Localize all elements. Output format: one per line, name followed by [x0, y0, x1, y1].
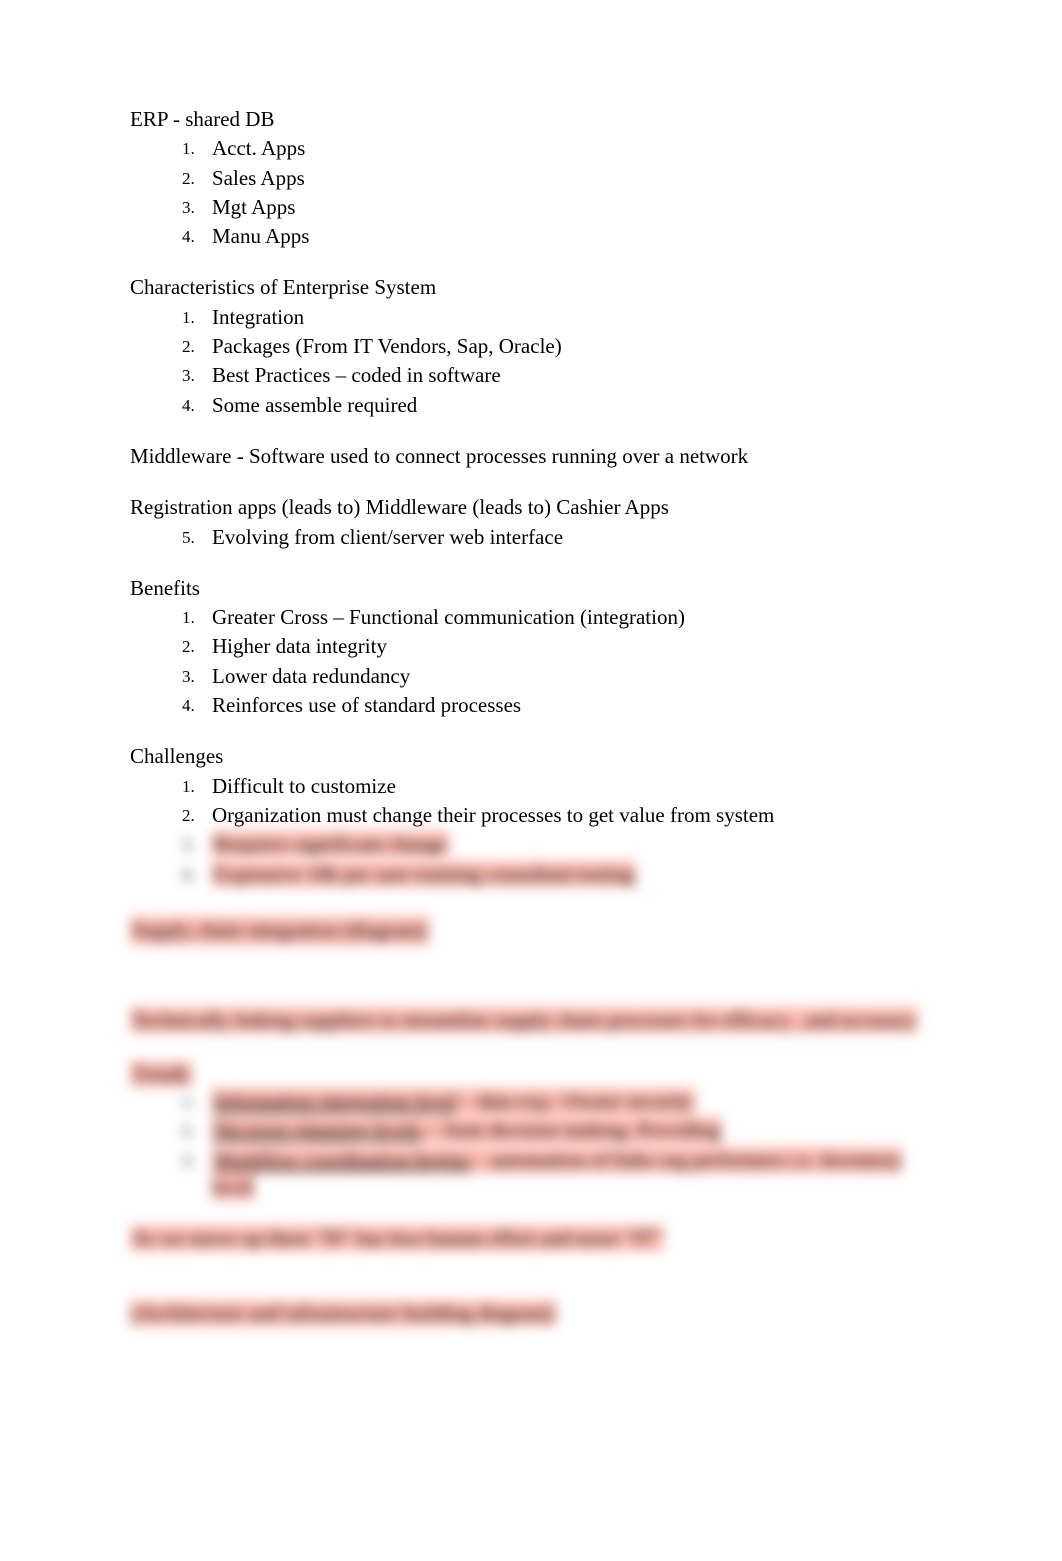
blurred-heading: Supply chain integration (diagram) — [130, 916, 429, 945]
characteristics-title: Characteristics of Enterprise System — [130, 274, 932, 301]
list-item: 2. Organization must change their process… — [182, 802, 932, 829]
list-number: 1. — [182, 776, 195, 798]
list-number: 3. — [182, 666, 195, 688]
list-text: Some assemble required — [212, 393, 417, 417]
flow-text: Registration apps (leads to) Middleware … — [130, 494, 932, 521]
list-item-blurred: 3. Requires significant change — [182, 831, 932, 858]
list-item: 3. Best Practices – coded in software — [182, 362, 932, 389]
trend-label: Decision planning levels — [214, 1118, 422, 1142]
list-text: Sales Apps — [212, 166, 305, 190]
middleware-text: Middleware - Software used to connect pr… — [130, 443, 932, 470]
blurred-note: As we move up there "IS" has less human … — [130, 1225, 664, 1251]
flow-sub-list: 5. Evolving from client/server web interf… — [130, 524, 932, 551]
list-item: 1. Integration — [182, 304, 932, 331]
list-number: 1. — [182, 607, 195, 629]
list-number: 3. — [182, 834, 195, 856]
list-number: 5. — [182, 527, 195, 549]
list-number: 3. — [182, 365, 195, 387]
characteristics-list: 1. Integration 2. Packages (From IT Vendor… — [130, 304, 932, 419]
list-text: Acct. Apps — [212, 136, 305, 160]
list-item: 1. Difficult to customize — [182, 773, 932, 800]
list-text: Expensive 10k per user training consulta… — [212, 861, 636, 887]
list-text: Reinforces use of standard processes — [212, 693, 521, 717]
list-number: 4. — [182, 695, 195, 717]
list-item: 2. Packages (From IT Vendors, Sap, Oracle… — [182, 333, 932, 360]
list-item: 1. Acct. Apps — [182, 135, 932, 162]
blurred-content: Supply chain integration (diagram) Techn… — [130, 892, 932, 1328]
list-text: Integration — [212, 305, 304, 329]
blurred-trends-title: Trends — [130, 1061, 192, 1087]
list-number: 2. — [182, 805, 195, 827]
challenges-title: Challenges — [130, 743, 932, 770]
list-text: Manu Apps — [212, 224, 309, 248]
list-item: 2. Sales Apps — [182, 165, 932, 192]
list-item: 1. Greater Cross – Functional communicati… — [182, 604, 932, 631]
list-text: Requires significant change — [212, 831, 449, 857]
list-item: 4. Reinforces use of standard processes — [182, 692, 932, 719]
list-number: 2. — [182, 1120, 195, 1142]
list-item-blurred: 2. Decision planning levels – Joint deci… — [182, 1117, 932, 1144]
benefits-list: 1. Greater Cross – Functional communicati… — [130, 604, 932, 719]
list-text: Lower data redundancy — [212, 664, 410, 688]
trend-rest: – Joint decision making. Providing — [422, 1118, 721, 1142]
list-number: 1. — [182, 1091, 195, 1113]
list-number: 1. — [182, 138, 195, 160]
list-text: Evolving from client/server web interfac… — [212, 525, 563, 549]
list-text: Packages (From IT Vendors, Sap, Oracle) — [212, 334, 562, 358]
list-item-blurred: 4. Expensive 10k per user training consul… — [182, 861, 932, 888]
list-item: 4. Some assemble required — [182, 392, 932, 419]
erp-list: 1. Acct. Apps 2. Sales Apps 3. Mgt Apps 4. M… — [130, 135, 932, 250]
list-number: 2. — [182, 168, 195, 190]
list-item-blurred: 3. Workflow coordination begins – automa… — [182, 1147, 932, 1202]
list-number: 4. — [182, 864, 195, 886]
list-item: 4. Manu Apps — [182, 223, 932, 250]
list-number: 3. — [182, 1150, 195, 1172]
list-number: 2. — [182, 336, 195, 358]
list-text: Higher data integrity — [212, 634, 387, 658]
list-number: 3. — [182, 197, 195, 219]
list-item: 3. Mgt Apps — [182, 194, 932, 221]
list-text: Organization must change their processes… — [212, 803, 774, 827]
blurred-trends-list: 1. Information integration level – data … — [130, 1088, 932, 1201]
list-item: 3. Lower data redundancy — [182, 663, 932, 690]
erp-title: ERP - shared DB — [130, 106, 932, 133]
list-text: Greater Cross – Functional communication… — [212, 605, 685, 629]
list-number: 4. — [182, 395, 195, 417]
list-item: 5. Evolving from client/server web interf… — [182, 524, 932, 551]
list-text: Difficult to customize — [212, 774, 396, 798]
trend-label: Workflow coordination begins — [214, 1148, 470, 1172]
list-text: Best Practices – coded in software — [212, 363, 501, 387]
blurred-final: (Architecture and infrastructure buildin… — [130, 1300, 556, 1326]
blurred-paragraph: Technically linking suppliers to streaml… — [130, 1007, 918, 1033]
trend-label: Information integration level — [214, 1089, 457, 1113]
list-number: 1. — [182, 307, 195, 329]
list-number: 2. — [182, 636, 195, 658]
challenges-list: 1. Difficult to customize 2. Organization … — [130, 773, 932, 888]
list-item-blurred: 1. Information integration level – data … — [182, 1088, 932, 1115]
list-item: 2. Higher data integrity — [182, 633, 932, 660]
benefits-title: Benefits — [130, 575, 932, 602]
trend-rest: – data exp.: Owner security — [457, 1089, 694, 1113]
list-text: Mgt Apps — [212, 195, 295, 219]
list-number: 4. — [182, 226, 195, 248]
